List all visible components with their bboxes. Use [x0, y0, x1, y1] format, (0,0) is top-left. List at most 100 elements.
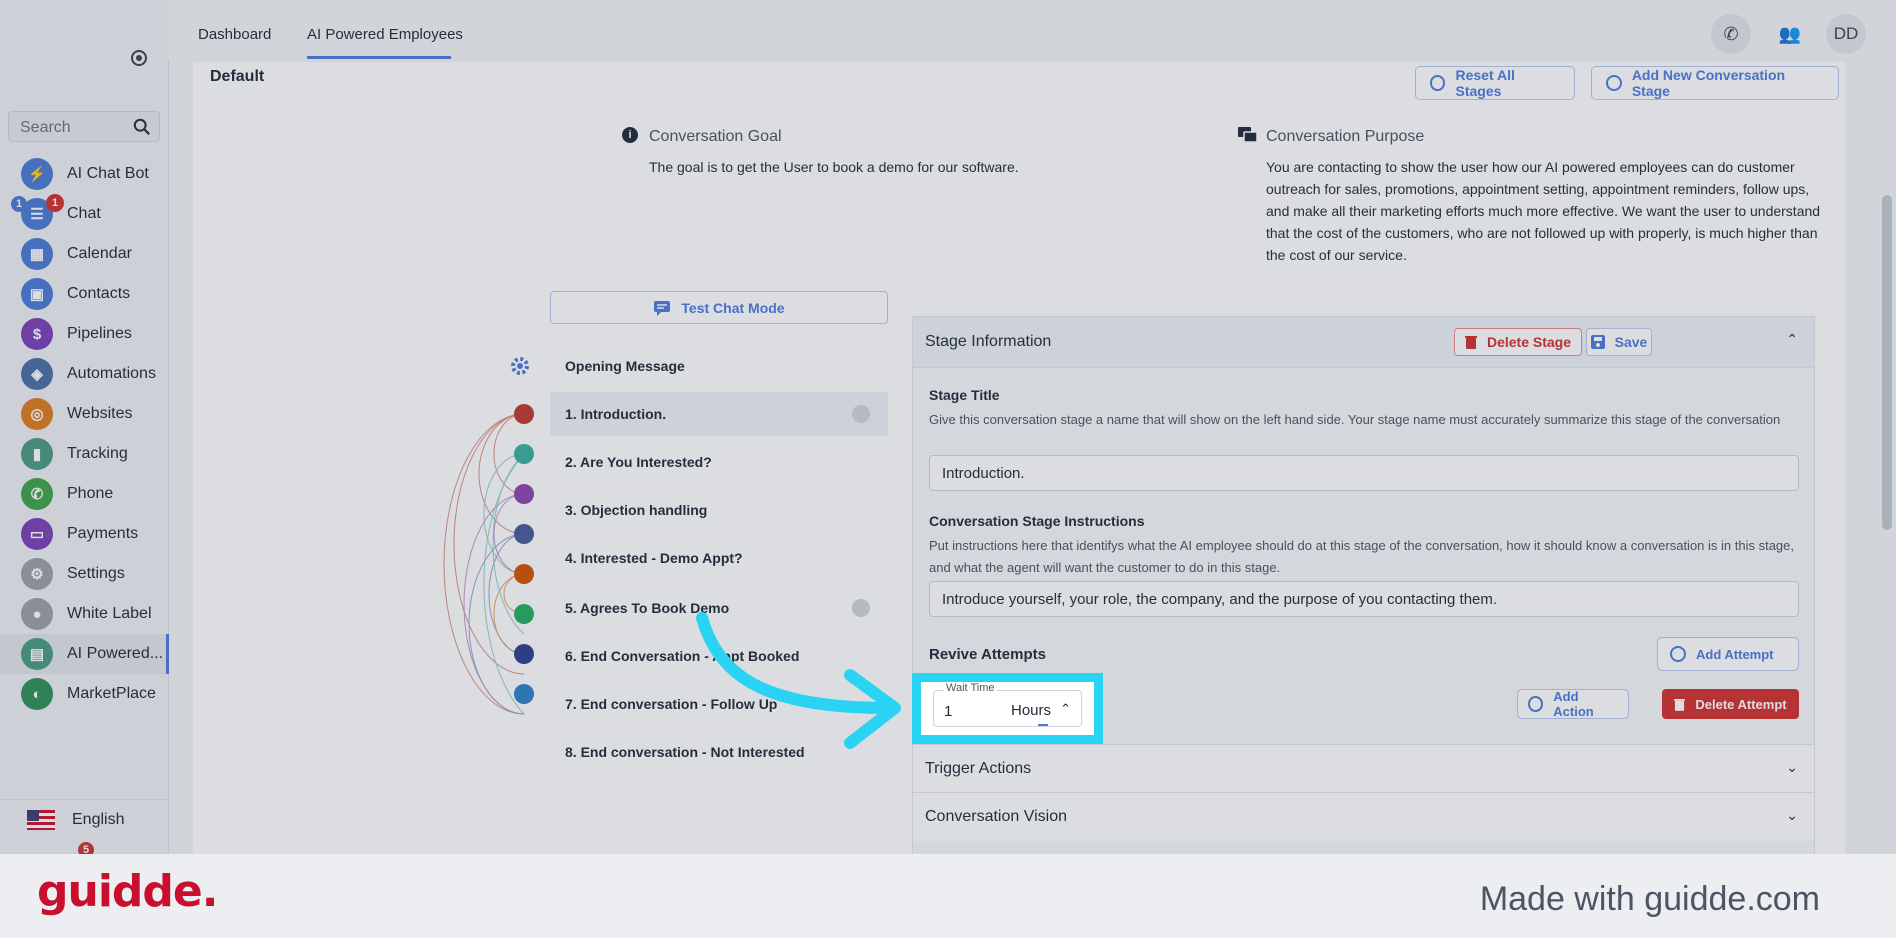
goal-title: Conversation Goal: [649, 128, 782, 145]
plus-circle-icon: [1606, 75, 1622, 91]
instructions-help: Put instructions here that identifys wha…: [929, 538, 1794, 575]
wait-time-value[interactable]: 1: [944, 703, 952, 720]
collapse-sidebar-icon[interactable]: [131, 50, 147, 66]
sidebar-item-label: Phone: [67, 485, 114, 502]
stage-row-4[interactable]: 4. Interested - Demo Appt?: [550, 536, 888, 580]
sidebar-item-label: White Label: [67, 605, 152, 622]
contacts-icon: ▣: [21, 278, 53, 310]
stage-node-2: [514, 444, 534, 464]
chevron-down-icon[interactable]: ⌄: [1786, 759, 1798, 776]
sidebar-item-label: Chat: [67, 205, 101, 222]
tag-icon[interactable]: [852, 405, 870, 423]
sidebar-item-marketplace[interactable]: ◐ MarketPlace: [0, 674, 168, 714]
stage-row-2[interactable]: 2. Are You Interested?: [550, 440, 888, 484]
stage-label: 2. Are You Interested?: [565, 454, 712, 470]
trigger-actions-section[interactable]: Trigger Actions ⌄: [913, 744, 1814, 793]
stage-information-panel: Stage Information Delete Stage Save ⌃ St…: [912, 316, 1815, 854]
stage-row-3[interactable]: 3. Objection handling: [550, 488, 888, 532]
unit-focus-indicator: [1038, 724, 1048, 726]
add-new-stage-button[interactable]: Add New Conversation Stage: [1591, 66, 1839, 100]
test-chat-label: Test Chat Mode: [681, 299, 785, 316]
people-icon[interactable]: 👥: [1770, 14, 1810, 54]
sidebar-item-chat[interactable]: ☰ 1 1 Chat: [0, 194, 168, 234]
instructions-input[interactable]: Introduce yourself, your role, the compa…: [929, 581, 1799, 617]
sidebar-item-ai-powered[interactable]: ▤ AI Powered...: [0, 634, 169, 674]
sidebar-item-label: Pipelines: [67, 325, 132, 342]
stage-label: 1. Introduction.: [565, 406, 667, 422]
search-placeholder: Search: [20, 119, 71, 136]
stage-row-1[interactable]: 1. Introduction.: [550, 392, 888, 436]
search-icon[interactable]: [133, 118, 151, 136]
wait-time-field[interactable]: Wait Time 1 Hours ⌃: [933, 682, 1082, 727]
sidebar-item-phone[interactable]: ✆ Phone: [0, 474, 168, 514]
conversation-vision-section[interactable]: Conversation Vision ⌄: [913, 792, 1814, 841]
marketplace-icon: ◐: [21, 678, 53, 710]
sidebar-item-calendar[interactable]: ▦ Calendar: [0, 234, 168, 274]
chat-unread-badge: 1: [46, 194, 64, 212]
refresh-icon: [1430, 75, 1446, 91]
test-chat-mode-button[interactable]: Test Chat Mode: [550, 291, 888, 324]
add-attempt-label: Add Attempt: [1696, 646, 1774, 662]
sidebar-item-label: Websites: [67, 405, 133, 422]
stage-title-input[interactable]: Introduction.: [929, 455, 1799, 491]
sidebar-item-settings[interactable]: ⚙ Settings: [0, 554, 168, 594]
chevron-down-icon[interactable]: ⌄: [1786, 807, 1798, 824]
chat-icon: [654, 300, 671, 316]
conversation-vision-title: Conversation Vision: [925, 808, 1068, 825]
sidebar-item-payments[interactable]: ▭ Payments: [0, 514, 168, 554]
card-icon: ▭: [21, 518, 53, 550]
gear-icon[interactable]: [509, 355, 531, 377]
bolt-icon: ⚡: [21, 158, 53, 190]
sidebar-item-automations[interactable]: ◈ Automations: [0, 354, 168, 394]
avatar[interactable]: DD: [1826, 14, 1866, 54]
notification-badge: 5: [78, 842, 94, 854]
goal-text: The goal is to get the User to book a de…: [649, 159, 1019, 175]
phone-icon[interactable]: ✆: [1711, 14, 1751, 54]
stage-node-3: [514, 484, 534, 504]
topbar: Dashboard AI Powered Employees: [168, 0, 1896, 60]
wait-time-label: Wait Time: [944, 682, 997, 694]
stage-node-1: [514, 404, 534, 424]
sidebar-item-white-label[interactable]: ● White Label: [0, 594, 168, 634]
reset-all-stages-button[interactable]: Reset All Stages: [1415, 66, 1575, 100]
chevron-up-icon[interactable]: ⌃: [1060, 701, 1071, 717]
sidebar-item-ai-chat-bot[interactable]: ⚡ AI Chat Bot: [0, 154, 168, 194]
sidebar-item-websites[interactable]: ◎ Websites: [0, 394, 168, 434]
chat-bubbles-icon: [1238, 127, 1258, 143]
tab-dashboard[interactable]: Dashboard: [198, 26, 271, 43]
app-window: Search ⚡ AI Chat Bot ☰ 1 1 Chat ▦ Calend…: [0, 0, 1896, 854]
add-action-label: Add Action: [1553, 689, 1594, 719]
dollar-icon: $: [21, 318, 53, 350]
chart-icon: ▮: [21, 438, 53, 470]
annotation-arrow-icon: [696, 612, 901, 749]
save-button[interactable]: Save: [1586, 328, 1652, 356]
add-attempt-button[interactable]: Add Attempt: [1657, 637, 1799, 671]
stage-node-5: [514, 564, 534, 584]
sidebar-item-tracking[interactable]: ▮ Tracking: [0, 434, 168, 474]
wait-time-highlight: Wait Time 1 Hours ⌃: [912, 673, 1103, 744]
page-scrollbar[interactable]: [1882, 195, 1892, 530]
panel-title: Stage Information: [925, 333, 1052, 350]
stage-label: 3. Objection handling: [565, 502, 708, 518]
save-icon: [1590, 335, 1605, 349]
globe-icon: ◎: [21, 398, 53, 430]
stage-information-header: Stage Information Delete Stage Save ⌃: [913, 317, 1814, 368]
delete-stage-button[interactable]: Delete Stage: [1453, 328, 1582, 356]
language-selector[interactable]: English: [0, 799, 168, 842]
active-tab-indicator: [307, 56, 451, 59]
tab-ai-powered-employees[interactable]: AI Powered Employees: [307, 26, 463, 43]
chevron-up-icon[interactable]: ⌃: [1786, 331, 1798, 348]
wait-unit-select[interactable]: Hours: [1011, 702, 1051, 719]
sidebar-item-label: AI Powered...: [67, 645, 164, 662]
add-action-button[interactable]: Add Action: [1517, 689, 1629, 719]
revive-attempts-label: Revive Attempts: [929, 646, 1046, 663]
delete-attempt-button[interactable]: Delete Attempt: [1662, 689, 1799, 719]
sidebar-item-contacts[interactable]: ▣ Contacts: [0, 274, 168, 314]
trash-icon: [1674, 698, 1686, 711]
search-input[interactable]: Search: [8, 111, 160, 142]
sidebar-item-label: Calendar: [67, 245, 132, 262]
stage-node-4: [514, 524, 534, 544]
sidebar: Search ⚡ AI Chat Bot ☰ 1 1 Chat ▦ Calend…: [0, 0, 169, 854]
opening-message-row[interactable]: Opening Message: [550, 344, 888, 388]
sidebar-item-pipelines[interactable]: $ Pipelines: [0, 314, 168, 354]
